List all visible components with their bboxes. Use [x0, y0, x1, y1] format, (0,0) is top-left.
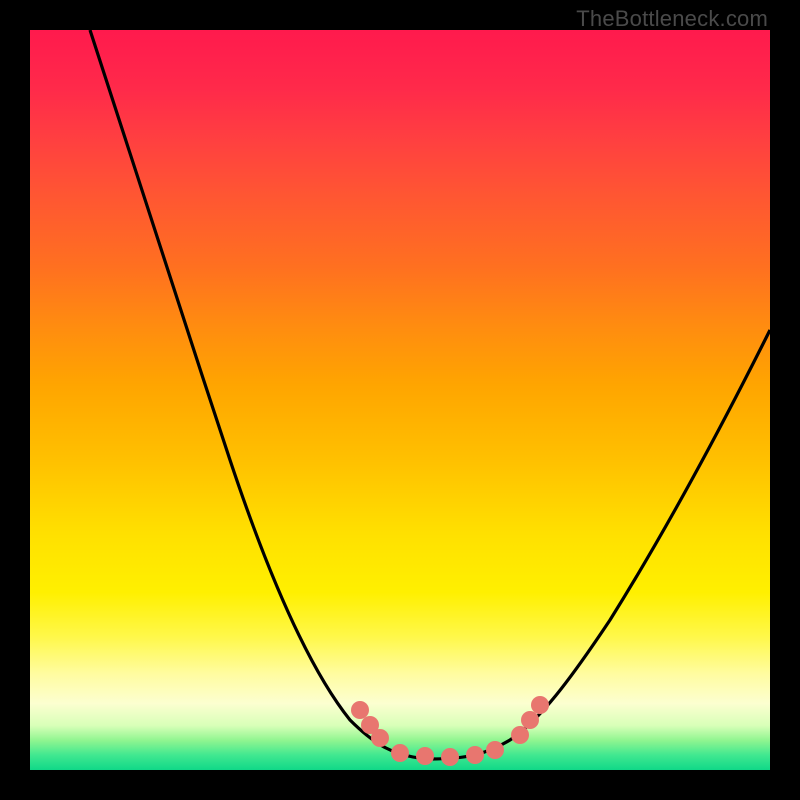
chart-svg: [30, 30, 770, 770]
marker-dot: [391, 744, 409, 762]
marker-group: [351, 696, 549, 766]
marker-dot: [371, 729, 389, 747]
marker-dot: [531, 696, 549, 714]
marker-dot: [466, 746, 484, 764]
marker-dot: [486, 741, 504, 759]
marker-dot: [351, 701, 369, 719]
bottleneck-curve: [90, 30, 770, 759]
marker-dot: [521, 711, 539, 729]
marker-dot: [441, 748, 459, 766]
chart-frame: TheBottleneck.com: [0, 0, 800, 800]
marker-dot: [511, 726, 529, 744]
marker-dot: [416, 747, 434, 765]
watermark-text: TheBottleneck.com: [576, 6, 768, 32]
